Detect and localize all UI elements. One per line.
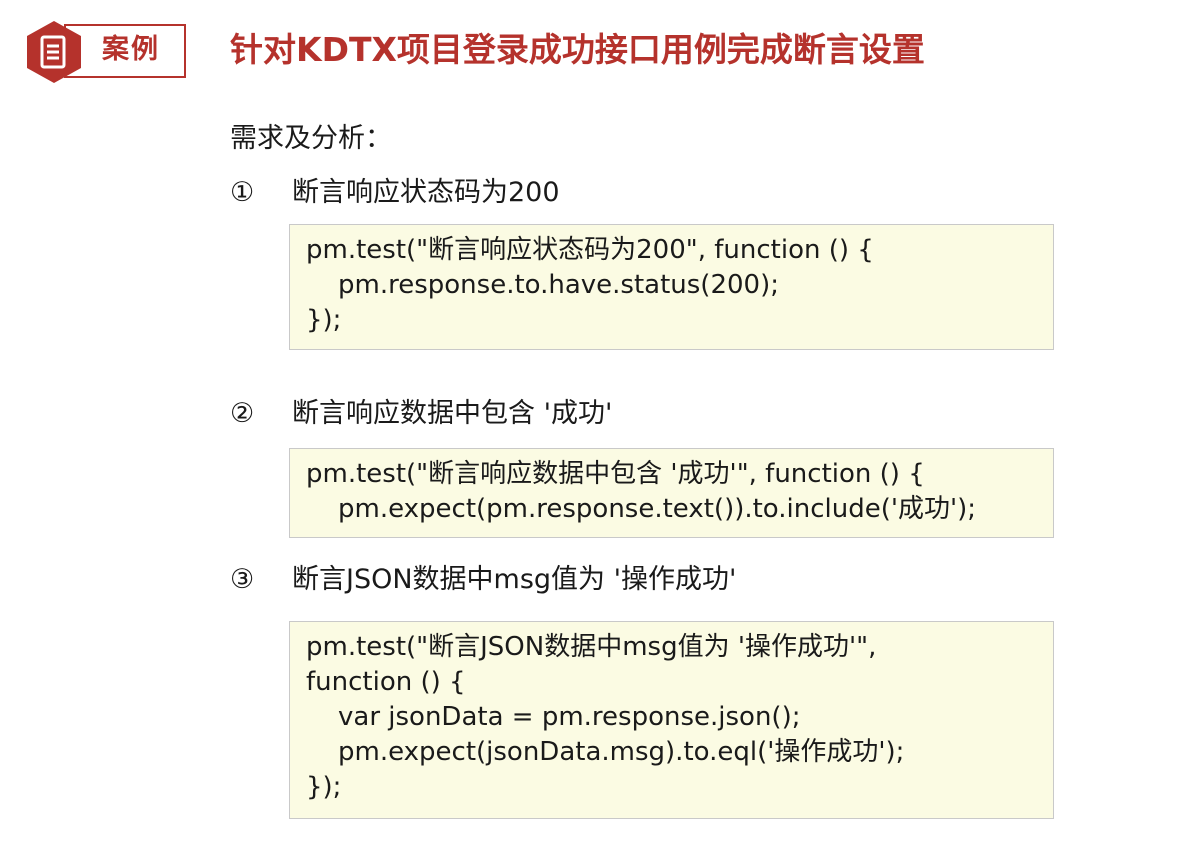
- step-text: 断言JSON数据中msg值为 '操作成功': [292, 564, 737, 595]
- code-block-2: pm.test("断言响应数据中包含 '成功'", function () { …: [289, 448, 1054, 538]
- code-block-1: pm.test("断言响应状态码为200", function () { pm.…: [289, 224, 1054, 350]
- step-text: 断言响应数据中包含 '成功': [292, 398, 613, 429]
- section-label: 需求及分析：: [230, 123, 392, 154]
- code-line: });: [306, 772, 342, 802]
- step-2-heading: ② 断言响应数据中包含 '成功': [230, 394, 612, 434]
- step-text: 断言响应状态码为200: [292, 177, 560, 208]
- step-number: ③: [230, 564, 255, 595]
- code-line: pm.expect(jsonData.msg).to.eql('操作成功');: [338, 737, 905, 767]
- code-line: });: [306, 305, 342, 335]
- case-badge: 案例: [24, 19, 188, 85]
- page-title: 针对KDTX项目登录成功接口用例完成断言设置: [230, 30, 925, 69]
- code-line: function () {: [306, 667, 466, 697]
- code-line: pm.expect(pm.response.text()).to.include…: [338, 494, 977, 524]
- step-3-heading: ③ 断言JSON数据中msg值为 '操作成功': [230, 560, 736, 600]
- code-line: pm.response.to.have.status(200);: [338, 270, 779, 300]
- step-number: ①: [230, 177, 255, 208]
- code-line: pm.test("断言响应状态码为200", function () {: [306, 235, 874, 265]
- document-icon: [27, 21, 81, 83]
- step-1-heading: ① 断言响应状态码为200: [230, 173, 560, 213]
- code-line: var jsonData = pm.response.json();: [338, 702, 801, 732]
- badge-label: 案例: [102, 34, 160, 65]
- step-number: ②: [230, 398, 255, 429]
- code-line: pm.test("断言JSON数据中msg值为 '操作成功'",: [306, 632, 877, 662]
- code-block-3: pm.test("断言JSON数据中msg值为 '操作成功'", functio…: [289, 621, 1054, 819]
- code-line: pm.test("断言响应数据中包含 '成功'", function () {: [306, 459, 925, 489]
